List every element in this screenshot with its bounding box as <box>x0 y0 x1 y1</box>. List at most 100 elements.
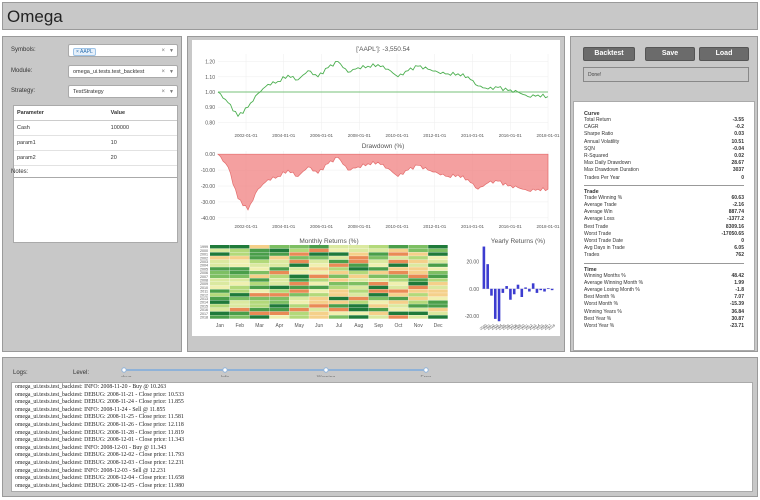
stat-value: -2.16 <box>732 202 744 209</box>
heatmap-cell <box>428 270 448 275</box>
y-tick-label: 20.00 <box>466 259 479 265</box>
clear-icon[interactable]: × <box>161 48 165 54</box>
yearly-bar <box>505 286 508 289</box>
charts-svg: ['AAPL']: -3,550.54 1.20 1.10 1.00 0.90 0.80 2… <box>200 46 560 331</box>
month-label: Nov <box>414 323 423 329</box>
chevron-down-icon[interactable]: ▼ <box>169 89 174 95</box>
month-label: Jul <box>336 323 342 329</box>
heatmap-cell <box>368 285 389 290</box>
heatmap-cell <box>309 267 329 271</box>
heatmap-cell <box>348 304 369 308</box>
stat-label: Annual Volatility <box>584 138 620 145</box>
heatmap-cell <box>428 274 448 278</box>
heatmap-cell <box>329 293 349 297</box>
clear-icon[interactable]: × <box>161 89 165 95</box>
param-value[interactable]: 20 <box>107 150 177 166</box>
module-select[interactable]: omega_ui.tests.test_backtest × ▼ <box>68 65 178 78</box>
heatmap-cell <box>428 304 448 308</box>
heatmap-cell <box>249 274 270 278</box>
heatmap-cell <box>269 315 290 319</box>
heatmap-cell <box>289 289 309 293</box>
heatmap-cell <box>249 289 270 293</box>
heatmap-cell <box>348 259 369 264</box>
notes-textarea[interactable] <box>13 177 178 243</box>
y-tick-label: 0.00 <box>205 152 215 158</box>
yearly-bar <box>482 246 486 289</box>
heatmap-cell <box>309 304 329 308</box>
heatmap-cell <box>289 267 309 271</box>
log-level-slider[interactable]: Debug Info Warning Error <box>121 367 431 377</box>
column-header-parameter: Parameter <box>14 106 108 121</box>
heatmap-cell <box>388 311 409 315</box>
heatmap-cell <box>210 274 230 278</box>
log-output[interactable]: omega_ui.tests.test_backtest: INFO: 2008… <box>11 382 753 492</box>
slider-level-label: Warning <box>317 375 336 377</box>
param-value[interactable]: 100000 <box>107 120 177 136</box>
heatmap-cell <box>368 248 389 253</box>
heatmap-cell <box>368 259 389 264</box>
table-row[interactable]: param2 20 <box>14 150 177 166</box>
stat-label: Trades <box>584 252 600 259</box>
stat-label: Average Trade <box>584 202 617 209</box>
log-line: omega_ui.tests.test_backtest: DEBUG: 200… <box>15 399 184 406</box>
heatmap-cell <box>309 311 329 315</box>
log-line: omega_ui.tests.test_backtest: INFO: 2008… <box>15 444 167 451</box>
heatmap-cell <box>229 263 250 267</box>
heatmap-cell <box>309 252 329 256</box>
heatmap-cell <box>249 263 270 267</box>
stat-label: Avg Days in Trade <box>584 245 625 252</box>
stat-row: Trade Winning % 60.63 <box>584 195 744 202</box>
heatmap-cell <box>428 259 448 264</box>
heatmap-cell <box>388 315 409 319</box>
stat-row: Worst Month % -15.39 <box>584 301 744 308</box>
param-name: param2 <box>14 150 108 166</box>
strategy-select[interactable]: TestStrategy × ▼ <box>68 85 178 98</box>
heatmap-cell <box>210 256 230 260</box>
heatmap-cell <box>249 252 270 256</box>
heatmap-cell <box>269 245 290 249</box>
chevron-down-icon[interactable]: ▼ <box>169 69 174 75</box>
heatmap-cell <box>229 252 250 256</box>
heatmap-cell <box>428 263 448 267</box>
log-line: omega_ui.tests.test_backtest: INFO: 2008… <box>15 384 167 390</box>
chevron-down-icon[interactable]: ▼ <box>169 48 174 54</box>
stat-value: -23.71 <box>729 323 744 330</box>
y-tick-label: 1.00 <box>205 90 215 96</box>
heatmap-cell <box>329 245 349 249</box>
stat-value: 0.02 <box>734 153 744 160</box>
heatmap-cell <box>249 259 270 264</box>
stat-row: Best Month % 7.07 <box>584 294 744 301</box>
heatmap-cell <box>388 263 409 267</box>
heatmap-cell <box>368 300 389 304</box>
year-label: 2018 <box>200 316 208 320</box>
heatmap-cell <box>289 282 309 286</box>
symbol-tag[interactable]: × AAPL <box>73 48 96 56</box>
clear-icon[interactable]: × <box>161 69 165 75</box>
heatmap-cell <box>210 263 230 267</box>
table-row[interactable]: param1 10 <box>14 135 177 151</box>
stat-label: Average Loss <box>584 216 615 223</box>
heatmap-cell <box>249 245 270 249</box>
heatmap-cell <box>269 256 290 260</box>
column-header-value: Value <box>107 106 177 121</box>
load-button[interactable]: Load <box>699 47 749 61</box>
heatmap-cell <box>289 259 309 264</box>
backtest-button[interactable]: Backtest <box>583 47 635 61</box>
heatmap-cell <box>269 270 290 275</box>
heatmap-cell <box>329 282 349 286</box>
yearly-bar <box>501 288 505 293</box>
param-value[interactable]: 10 <box>107 135 177 151</box>
heatmap-cell <box>368 270 389 275</box>
stat-label: Average Win <box>584 209 613 216</box>
heatmap-cell <box>388 293 409 297</box>
stat-label: Winning Months % <box>584 272 626 279</box>
stat-row: Average Win 887.74 <box>584 209 744 216</box>
x-tick-label: 2004-01-01 <box>272 224 296 229</box>
yearly-bar <box>497 288 501 322</box>
symbols-select[interactable]: × AAPL × ▼ <box>68 44 178 57</box>
save-button[interactable]: Save <box>645 47 695 61</box>
table-row[interactable]: Cash 100000 <box>14 120 177 136</box>
stat-row: Sharpe Ratio 0.03 <box>584 131 744 138</box>
heatmap-cell <box>368 307 389 312</box>
x-tick-label: 2002-01-01 <box>234 224 258 229</box>
